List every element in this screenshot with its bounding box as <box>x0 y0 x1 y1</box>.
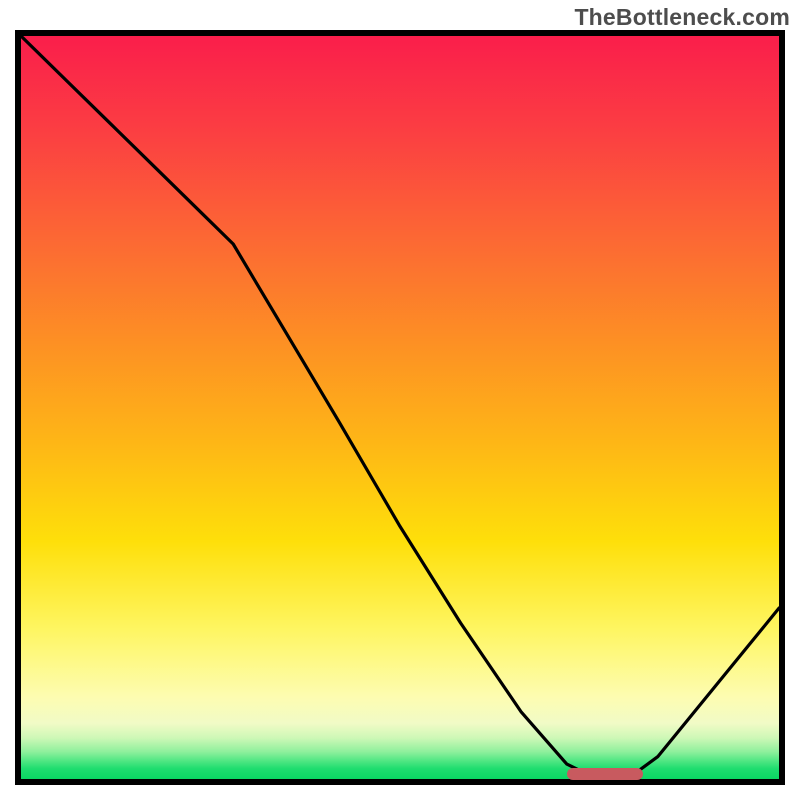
plot-area <box>15 30 785 785</box>
optimal-range-marker <box>567 768 643 780</box>
curve-path <box>21 36 779 779</box>
watermark-text: TheBottleneck.com <box>574 4 790 31</box>
line-series <box>21 36 779 779</box>
chart-stage: TheBottleneck.com <box>0 0 800 800</box>
